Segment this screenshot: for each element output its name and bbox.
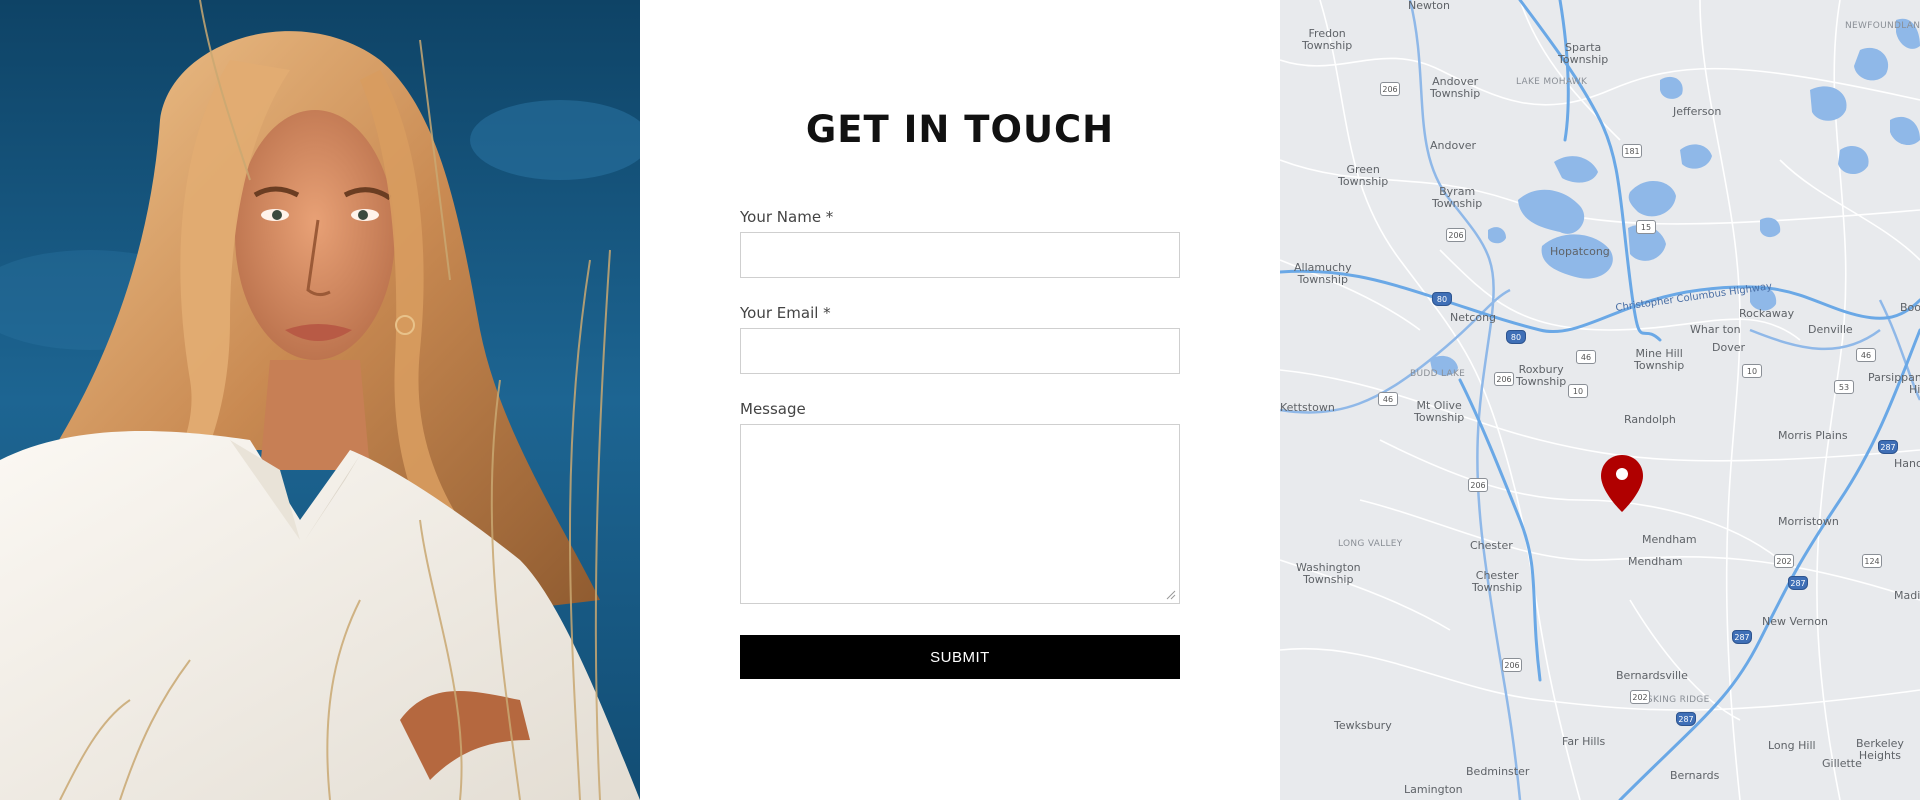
map-place-label: Long Hill <box>1768 739 1816 752</box>
map-place-label: NEWFOUNDLAND <box>1845 21 1920 31</box>
map-place-label: Morristown <box>1778 515 1839 528</box>
name-label: Your Name * <box>740 208 834 226</box>
map-place-label: Andover <box>1430 139 1477 152</box>
map-place-label: Jefferson <box>1673 105 1722 118</box>
map-place-label: Lamington <box>1404 783 1463 796</box>
form-title: GET IN TOUCH <box>805 108 1115 151</box>
route-shield: 206 <box>1468 478 1488 492</box>
map-place-label: Tewksbury <box>1334 719 1392 732</box>
route-shield: 206 <box>1380 82 1400 96</box>
map-place-label: Whar ton <box>1690 323 1741 336</box>
map-place-label: Denville <box>1808 323 1853 336</box>
message-label: Message <box>740 400 806 418</box>
map-place-label: Mendham <box>1628 555 1683 568</box>
map-base <box>1280 0 1920 800</box>
map-place-label: Mt Olive Township <box>1414 399 1465 424</box>
map-place-label: Madis <box>1894 589 1920 602</box>
route-shield: 15 <box>1636 220 1656 234</box>
map-place-label: Allamuchy Township <box>1294 261 1352 286</box>
interstate-shield: 287 <box>1878 440 1898 454</box>
route-shield: 46 <box>1576 350 1596 364</box>
interstate-shield: 287 <box>1732 630 1752 644</box>
map-place-label: Sparta Township <box>1558 41 1609 66</box>
map-place-label: Hanov <box>1894 457 1920 470</box>
location-map[interactable]: Newton Fredon Township Sparta Township N… <box>1280 0 1920 800</box>
map-place-label: Bernardsville <box>1616 669 1688 682</box>
map-place-label: Byram Township <box>1432 185 1483 210</box>
map-place-label: Morris Plains <box>1778 429 1848 442</box>
map-place-label: Bedminster <box>1466 765 1530 778</box>
map-place-label: Mine Hill Township <box>1634 347 1685 372</box>
map-place-label: Fredon Township <box>1302 27 1353 52</box>
interstate-shield: 287 <box>1676 712 1696 726</box>
route-shield: 53 <box>1834 380 1854 394</box>
route-shield: 206 <box>1494 372 1514 386</box>
map-place-label: Mendham <box>1642 533 1697 546</box>
name-input[interactable] <box>740 232 1180 278</box>
page: GET IN TOUCH Your Name * Your Email * Me… <box>0 0 1920 800</box>
route-shield: 206 <box>1446 228 1466 242</box>
route-shield: 202 <box>1774 554 1794 568</box>
map-place-label: Washington Township <box>1296 561 1361 586</box>
interstate-shield: 287 <box>1788 576 1808 590</box>
map-place-label: Kettstown <box>1280 401 1335 414</box>
map-place-label: Green Township <box>1338 163 1389 188</box>
route-shield: 181 <box>1622 144 1642 158</box>
map-place-label: Chester <box>1470 539 1513 552</box>
contact-form-panel: GET IN TOUCH Your Name * Your Email * Me… <box>640 0 1280 800</box>
map-place-label: Roxbury Township <box>1516 363 1567 388</box>
portrait-photo <box>0 0 640 800</box>
route-shield: 10 <box>1568 384 1588 398</box>
resize-grip-icon[interactable] <box>1164 588 1176 600</box>
map-place-label: Berkeley Heights <box>1856 737 1904 762</box>
map-place-label: BUDD LAKE <box>1410 369 1466 379</box>
map-place-label: LAKE MOHAWK <box>1516 77 1588 87</box>
route-shield: 46 <box>1378 392 1398 406</box>
route-shield: 10 <box>1742 364 1762 378</box>
interstate-shield: 80 <box>1506 330 1526 344</box>
map-place-label: Gillette <box>1822 757 1862 770</box>
route-shield: 202 <box>1630 690 1650 704</box>
map-place-label: Chester Township <box>1472 569 1523 594</box>
route-shield: 124 <box>1862 554 1882 568</box>
map-place-label: Boo <box>1900 301 1920 314</box>
map-place-label: Rockaway <box>1739 307 1795 320</box>
map-place-label: Andover Township <box>1430 75 1481 100</box>
map-place-label: Parsippany- Hills <box>1868 371 1920 396</box>
map-place-label: Netcong <box>1450 311 1497 324</box>
interstate-shield: 80 <box>1432 292 1452 306</box>
map-place-label: Dover <box>1712 341 1745 354</box>
map-place-label: Hopatcong <box>1550 245 1610 258</box>
route-shield: 206 <box>1502 658 1522 672</box>
route-shield: 46 <box>1856 348 1876 362</box>
map-place-label: Far Hills <box>1562 735 1606 748</box>
email-input[interactable] <box>740 328 1180 374</box>
map-place-label: LONG VALLEY <box>1338 539 1403 549</box>
message-textarea[interactable] <box>740 424 1180 604</box>
map-place-label: Randolph <box>1624 413 1676 426</box>
map-place-label: Newton <box>1408 0 1451 12</box>
portrait-illustration <box>0 0 640 800</box>
email-label: Your Email * <box>740 304 831 322</box>
map-place-label: New Vernon <box>1762 615 1828 628</box>
map-place-label: Bernards <box>1670 769 1720 782</box>
submit-button[interactable]: SUBMIT <box>740 635 1180 679</box>
